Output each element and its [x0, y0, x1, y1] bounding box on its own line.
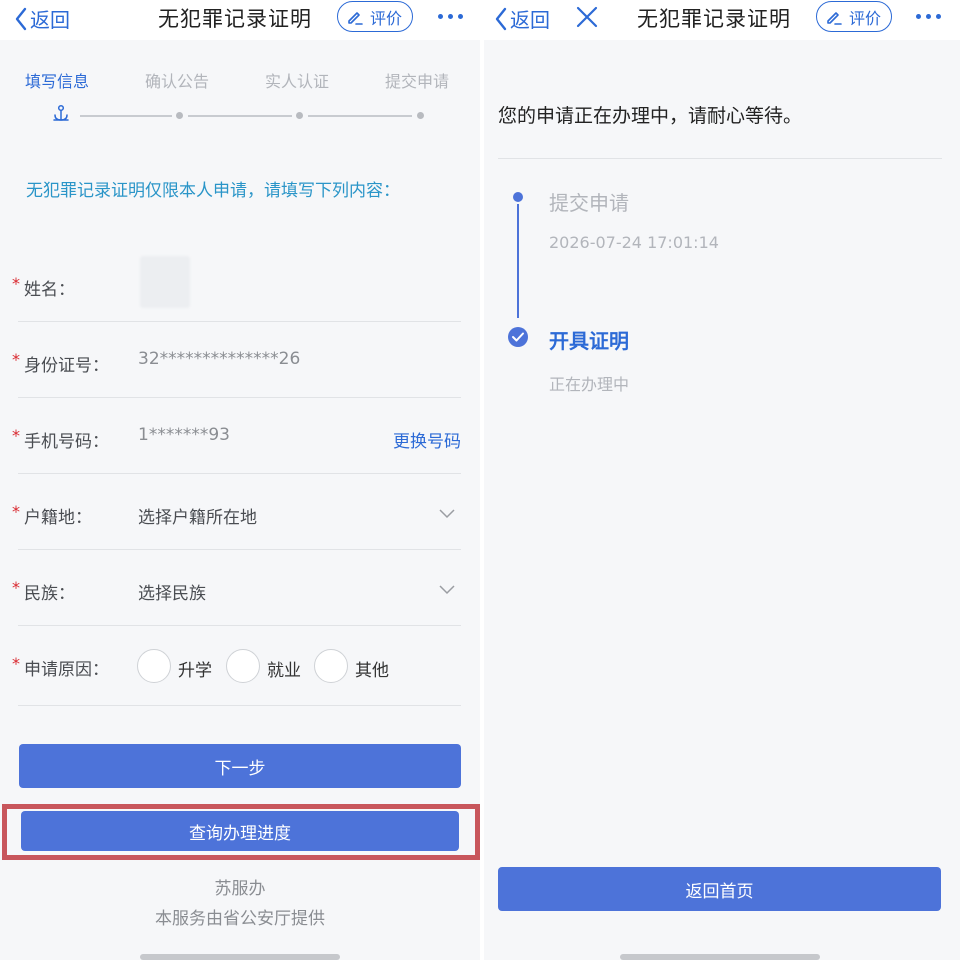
id-number-row: * 身份证号： 32**************26 [12, 322, 461, 398]
step-confirm-notice: 确认公告 [145, 72, 210, 91]
reason-radio-study[interactable] [137, 649, 171, 683]
phone-row: * 手机号码： 1*******93 更换号码 [12, 398, 461, 474]
more-icon[interactable] [438, 14, 463, 19]
ethnicity-select[interactable]: 选择民族 [138, 579, 206, 604]
step-submit: 提交申请 [385, 72, 450, 91]
divider-line [498, 158, 942, 159]
chevron-down-icon[interactable] [439, 585, 455, 595]
step-dot [296, 112, 303, 119]
return-home-button[interactable]: 返回首页 [498, 867, 941, 911]
reason-label: 申请原因： [24, 660, 109, 680]
reason-radio-other[interactable] [314, 649, 348, 683]
timeline-dot [513, 192, 523, 202]
rate-button[interactable]: 评价 [337, 1, 414, 32]
reason-option-study[interactable]: 升学 [178, 656, 212, 681]
step-dot [417, 112, 424, 119]
name-row: * 姓名： [12, 246, 461, 322]
next-step-button[interactable]: 下一步 [19, 744, 461, 788]
change-phone-link[interactable]: 更换号码 [393, 427, 461, 452]
phone-label: 手机号码： [24, 432, 109, 452]
progress-screen: 返回 无犯罪记录证明 评价 您的申请正在办理中，请耐心等待。 提交申请 2026… [484, 0, 960, 960]
residence-row[interactable]: * 户籍地： 选择户籍所在地 [12, 474, 461, 550]
status-message: 您的申请正在办理中，请耐心等待。 [498, 105, 803, 127]
name-label: 姓名： [24, 280, 75, 300]
timeline-step-title: 开具证明 [549, 329, 629, 353]
page-title: 无犯罪记录证明 [158, 7, 312, 31]
rate-label: 评价 [849, 8, 882, 28]
anchor-icon [53, 104, 69, 121]
phone-value: 1*******93 [138, 425, 230, 445]
ethnicity-row[interactable]: * 民族： 选择民族 [12, 550, 461, 626]
step-fill-info: 填写信息 [25, 72, 90, 91]
reason-row: * 申请原因： 升学 就业 其他 [12, 626, 461, 706]
name-field[interactable] [140, 256, 190, 308]
pencil-icon [348, 11, 363, 25]
id-number-label: 身份证号： [24, 356, 109, 376]
reason-radio-employment[interactable] [226, 649, 260, 683]
check-circle-icon [508, 327, 528, 347]
application-form-screen: 返回 无犯罪记录证明 评价 填写信息 确认公告 实人认证 提交申请 无犯罪记录证… [0, 0, 480, 960]
footer-brand: 苏服办 [214, 879, 266, 899]
timeline-line [517, 204, 519, 318]
chevron-down-icon[interactable] [439, 509, 455, 519]
step-connector [188, 115, 292, 117]
chevron-left-icon [15, 7, 27, 30]
residence-select[interactable]: 选择户籍所在地 [138, 503, 257, 528]
back-label: 返回 [510, 8, 550, 32]
timeline-step-title: 提交申请 [549, 191, 629, 215]
form-notice: 无犯罪记录证明仅限本人申请，请填写下列内容： [26, 181, 400, 201]
back-label: 返回 [30, 8, 70, 32]
highlight-annotation [2, 804, 480, 860]
close-icon[interactable] [574, 4, 600, 30]
more-icon[interactable] [916, 14, 941, 19]
nav-bar: 返回 无犯罪记录证明 评价 [484, 0, 960, 40]
footer-provider: 本服务由省公安厅提供 [155, 909, 325, 929]
home-indicator [620, 954, 820, 960]
reason-option-employment[interactable]: 就业 [267, 656, 301, 681]
chevron-left-icon [495, 7, 507, 30]
ethnicity-label: 民族： [24, 584, 75, 604]
timeline-step-time: 2026-07-24 17:01:14 [549, 233, 719, 252]
back-button[interactable]: 返回 [14, 4, 70, 33]
step-identity-verify: 实人认证 [265, 72, 330, 91]
nav-bar: 返回 无犯罪记录证明 评价 [0, 0, 480, 40]
required-mark: * [12, 350, 20, 369]
reason-option-other[interactable]: 其他 [355, 656, 389, 681]
rate-label: 评价 [370, 8, 403, 28]
page-title: 无犯罪记录证明 [637, 7, 791, 31]
back-button[interactable]: 返回 [494, 4, 550, 33]
residence-label: 户籍地： [24, 508, 92, 528]
step-dot [176, 112, 183, 119]
home-indicator [140, 954, 340, 960]
step-connector [308, 115, 412, 117]
required-mark: * [12, 502, 20, 521]
timeline-step-status: 正在办理中 [549, 375, 630, 394]
required-mark: * [12, 578, 20, 597]
required-mark: * [12, 654, 20, 673]
step-connector [80, 115, 172, 117]
required-mark: * [12, 426, 20, 445]
id-number-value: 32**************26 [138, 349, 301, 369]
required-mark: * [12, 274, 20, 293]
pencil-icon [827, 11, 842, 25]
rate-button[interactable]: 评价 [816, 1, 893, 32]
